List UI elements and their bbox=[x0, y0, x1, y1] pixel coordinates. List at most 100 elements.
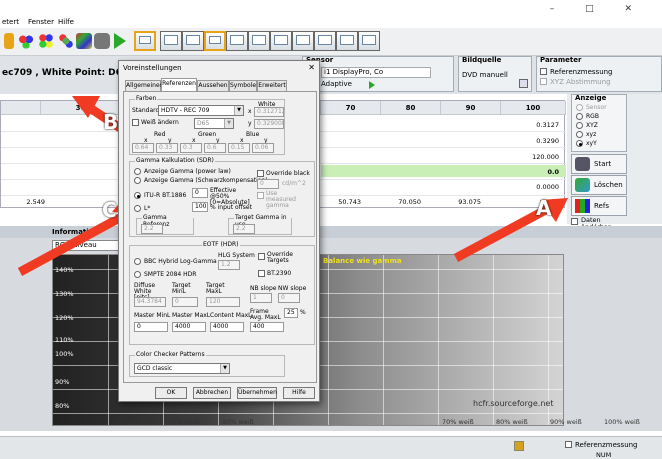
grid-col-header bbox=[1, 101, 41, 115]
view-screen-icon-1[interactable] bbox=[134, 31, 156, 51]
x-tick-label: 10% weiß bbox=[112, 418, 144, 426]
start-button[interactable]: Start bbox=[571, 154, 627, 174]
view-screen-icon-7[interactable] bbox=[270, 31, 292, 51]
view-screen-icon-2[interactable] bbox=[160, 31, 182, 51]
nw-slope-input[interactable]: 0 bbox=[278, 293, 300, 303]
display-radio-xyz-lower[interactable] bbox=[576, 131, 583, 138]
x-tick-label: 30% weiß bbox=[222, 418, 254, 426]
display-group: Anzeige Sensor RGB XYZ xyz xyY bbox=[571, 94, 627, 152]
frame-avg-pct-input[interactable]: 25 bbox=[284, 308, 298, 318]
input-offset-input[interactable]: 100 bbox=[192, 202, 208, 212]
xyz-adjust-checkbox[interactable] bbox=[540, 78, 547, 85]
gamma-legend: Gamma Kalkulation (SDR) bbox=[135, 157, 215, 164]
chart-gridline bbox=[383, 255, 384, 425]
chart-gridline bbox=[108, 255, 109, 425]
green-y-input[interactable]: 0.6 bbox=[204, 143, 226, 153]
tab-symbols[interactable]: Symbole bbox=[229, 80, 257, 91]
display-radio-xyy[interactable] bbox=[576, 140, 583, 147]
display-radio-xyz[interactable] bbox=[576, 122, 583, 129]
content-maxl-input[interactable]: 4000 bbox=[210, 322, 244, 332]
black-level-input[interactable]: 0 bbox=[257, 179, 279, 189]
white-select[interactable]: D65 ▼ bbox=[194, 118, 234, 129]
apply-button[interactable]: Übernehmen bbox=[237, 387, 277, 399]
menu-item-help[interactable]: Hilfe bbox=[58, 18, 74, 26]
refs-button[interactable]: Refs bbox=[571, 196, 627, 216]
view-screen-icon-8[interactable] bbox=[292, 31, 314, 51]
red-y-input[interactable]: 0.33 bbox=[156, 143, 178, 153]
blue-x-input[interactable]: 0.15 bbox=[228, 143, 250, 153]
play-small-icon[interactable] bbox=[369, 81, 375, 89]
clear-button[interactable]: Löschen bbox=[571, 175, 627, 195]
display-radio-sensor[interactable] bbox=[576, 104, 583, 111]
gamma-power-law-radio[interactable] bbox=[134, 168, 141, 175]
y-tick-label: 80% bbox=[55, 402, 70, 410]
white-y-input[interactable]: 0.329008 bbox=[254, 119, 284, 129]
target-gamma-input[interactable]: 2.2 bbox=[233, 224, 255, 234]
use-measured-gamma-checkbox[interactable] bbox=[257, 192, 264, 199]
tab-appearance[interactable]: Aussehen bbox=[197, 80, 229, 91]
override-targets-checkbox[interactable] bbox=[258, 253, 265, 260]
gamma-effective-input[interactable]: 0 bbox=[192, 188, 208, 198]
data-editable-checkbox[interactable] bbox=[571, 218, 578, 225]
gamma-ref-input[interactable]: 2.2 bbox=[141, 224, 163, 234]
gamma-black-comp-radio[interactable] bbox=[134, 177, 141, 184]
toolbar-icon[interactable] bbox=[4, 33, 14, 49]
tab-references[interactable]: Referenzen bbox=[161, 78, 197, 91]
minimize-button[interactable]: – bbox=[550, 4, 569, 14]
view-screen-icon-6[interactable] bbox=[248, 31, 270, 51]
rgb-icon[interactable] bbox=[18, 33, 34, 49]
white-x-input[interactable]: 0.312712 bbox=[254, 107, 284, 117]
view-screen-icon-10[interactable] bbox=[336, 31, 358, 51]
grid-cell: 0.0000 bbox=[536, 183, 559, 191]
nb-slope-input[interactable]: 1 bbox=[250, 293, 272, 303]
gamma-lstar-radio[interactable] bbox=[134, 205, 141, 212]
view-screen-icon-4[interactable] bbox=[204, 31, 226, 51]
view-screen-icon-11[interactable] bbox=[358, 31, 380, 51]
maximize-button[interactable]: □ bbox=[585, 4, 608, 14]
standard-select[interactable]: HDTV - REC 709 ▼ bbox=[158, 105, 244, 116]
reference-measure-checkbox[interactable] bbox=[540, 68, 547, 75]
colors-icon[interactable] bbox=[38, 33, 54, 49]
view-screen-icon-5[interactable] bbox=[226, 31, 248, 51]
dialog-close-button[interactable]: ✕ bbox=[308, 63, 315, 72]
white-change-checkbox[interactable] bbox=[132, 119, 139, 126]
play-icon[interactable] bbox=[114, 33, 126, 49]
blue-y-input[interactable]: 0.06 bbox=[252, 143, 274, 153]
parameter-label: Parameter bbox=[540, 56, 582, 64]
generator-settings-icon[interactable] bbox=[519, 79, 528, 88]
ok-button[interactable]: OK bbox=[155, 387, 187, 399]
menu-item-window[interactable]: Fenster bbox=[28, 18, 54, 26]
saturation-icon[interactable] bbox=[58, 33, 74, 49]
eotf-smpte-radio[interactable] bbox=[134, 271, 141, 278]
target-minl-input[interactable]: 0 bbox=[172, 297, 198, 307]
eotf-hlg-radio[interactable] bbox=[134, 258, 141, 265]
tab-general[interactable]: Allgemeines bbox=[125, 80, 163, 91]
frame-avg-pct-unit: % bbox=[300, 309, 306, 316]
override-black-checkbox[interactable] bbox=[257, 170, 264, 177]
hlg-system-input[interactable]: 1.2 bbox=[218, 260, 240, 270]
help-button[interactable]: Hilfe bbox=[283, 387, 315, 399]
master-minl-input[interactable]: 0 bbox=[134, 322, 168, 332]
display-radio-rgb[interactable] bbox=[576, 113, 583, 120]
color-checker-select[interactable]: GCD classic ▼ bbox=[134, 363, 230, 374]
close-window-button[interactable]: ✕ bbox=[624, 4, 646, 14]
camera-icon[interactable] bbox=[94, 33, 110, 49]
master-maxl-input[interactable]: 4000 bbox=[172, 322, 206, 332]
tab-advanced[interactable]: Erweitert bbox=[257, 80, 287, 91]
view-screen-icon-3[interactable] bbox=[182, 31, 204, 51]
palette-icon[interactable] bbox=[76, 33, 92, 49]
gamma-bt1886-radio[interactable] bbox=[134, 192, 141, 199]
start-button-label: Start bbox=[594, 160, 612, 168]
generator-device[interactable]: DVD manuell bbox=[462, 71, 508, 79]
menu-item-edit[interactable]: etert bbox=[2, 18, 19, 26]
red-x-input[interactable]: 0.64 bbox=[132, 143, 154, 153]
view-screen-icon-9[interactable] bbox=[314, 31, 336, 51]
sensor-device[interactable]: i1 DisplayPro, Co bbox=[321, 67, 431, 78]
green-x-input[interactable]: 0.3 bbox=[180, 143, 202, 153]
diffuse-white-input[interactable]: 94.3784 bbox=[134, 297, 166, 307]
target-maxl-input[interactable]: 120 bbox=[206, 297, 240, 307]
status-reference-checkbox[interactable] bbox=[565, 441, 572, 448]
cancel-button[interactable]: Abbrechen bbox=[193, 387, 231, 399]
frame-avg-input[interactable]: 400 bbox=[250, 322, 284, 332]
bt2390-checkbox[interactable] bbox=[258, 270, 265, 277]
